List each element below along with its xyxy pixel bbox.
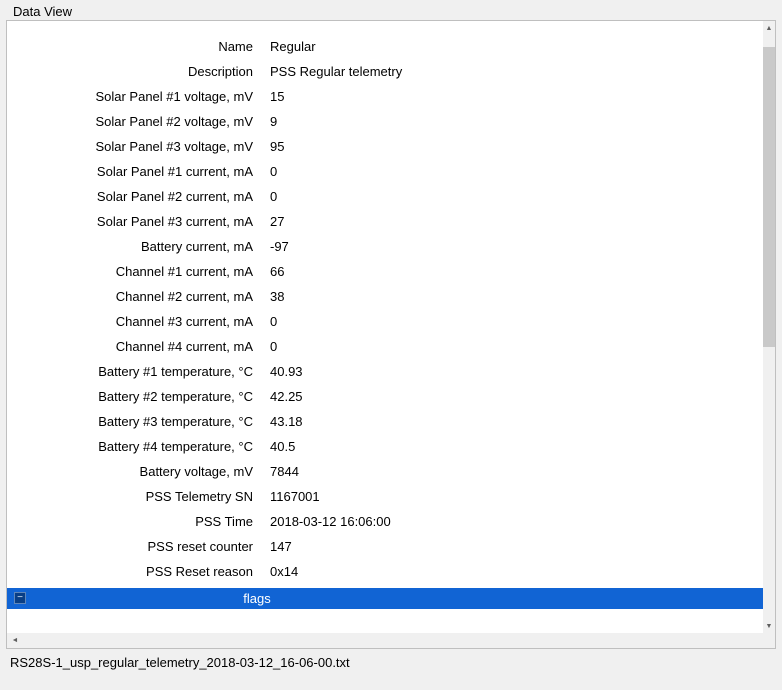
row-value: 1167001: [270, 484, 320, 509]
row-label: Solar Panel #2 voltage, mV: [7, 109, 253, 134]
table-row[interactable]: Solar Panel #3 current, mA 27: [7, 209, 763, 234]
row-label: Channel #2 current, mA: [7, 284, 253, 309]
table-row[interactable]: Solar Panel #1 current, mA 0: [7, 159, 763, 184]
table-row[interactable]: Solar Panel #1 voltage, mV 15: [7, 84, 763, 109]
table-row[interactable]: Battery voltage, mV 7844: [7, 459, 763, 484]
table-row[interactable]: PSS Telemetry SN 1167001: [7, 484, 763, 509]
row-value: 9: [270, 109, 277, 134]
row-label: Name: [7, 34, 253, 59]
row-label: Channel #4 current, mA: [7, 334, 253, 359]
group-row-label: flags: [7, 588, 507, 609]
row-value: 95: [270, 134, 284, 159]
row-value: 42.25: [270, 384, 303, 409]
table-row[interactable]: Battery #4 temperature, °C 40.5: [7, 434, 763, 459]
row-label: Solar Panel #3 voltage, mV: [7, 134, 253, 159]
table-row[interactable]: Battery #3 temperature, °C 43.18: [7, 409, 763, 434]
status-filename: RS28S-1_usp_regular_telemetry_2018-03-12…: [10, 655, 350, 670]
table-row[interactable]: Channel #4 current, mA 0: [7, 334, 763, 359]
data-rows: Name Regular Description PSS Regular tel…: [7, 34, 763, 584]
table-row[interactable]: Description PSS Regular telemetry: [7, 59, 763, 84]
scroll-up-icon: ▲: [766, 25, 773, 32]
vertical-scrollbar[interactable]: ▲ ▼: [763, 21, 775, 633]
table-row[interactable]: PSS reset counter 147: [7, 534, 763, 559]
telemetry-table: Name Regular Description PSS Regular tel…: [7, 21, 763, 633]
table-row[interactable]: Channel #1 current, mA 66: [7, 259, 763, 284]
horizontal-scrollbar-track[interactable]: [23, 633, 775, 648]
row-label: PSS reset counter: [7, 534, 253, 559]
row-label: Battery #3 temperature, °C: [7, 409, 253, 434]
row-label: Solar Panel #1 voltage, mV: [7, 84, 253, 109]
table-row[interactable]: Battery #1 temperature, °C 40.93: [7, 359, 763, 384]
scroll-left-icon: ◄: [12, 637, 19, 644]
row-label: Battery #4 temperature, °C: [7, 434, 253, 459]
row-value: Regular: [270, 34, 316, 59]
row-label: Battery current, mA: [7, 234, 253, 259]
row-label: Solar Panel #3 current, mA: [7, 209, 253, 234]
table-row[interactable]: Channel #3 current, mA 0: [7, 309, 763, 334]
table-row[interactable]: Name Regular: [7, 34, 763, 59]
vertical-scrollbar-track[interactable]: [763, 35, 775, 619]
row-value: 38: [270, 284, 284, 309]
table-row[interactable]: Solar Panel #3 voltage, mV 95: [7, 134, 763, 159]
row-value: 0: [270, 309, 277, 334]
row-label: Channel #3 current, mA: [7, 309, 253, 334]
table-row[interactable]: PSS Reset reason 0x14: [7, 559, 763, 584]
row-value: -97: [270, 234, 289, 259]
row-label: Solar Panel #2 current, mA: [7, 184, 253, 209]
row-value: 0: [270, 184, 277, 209]
row-value: PSS Regular telemetry: [270, 59, 402, 84]
table-row[interactable]: Battery current, mA -97: [7, 234, 763, 259]
row-value: 40.5: [270, 434, 295, 459]
row-label: PSS Telemetry SN: [7, 484, 253, 509]
scroll-down-button[interactable]: ▼: [763, 619, 775, 633]
table-row[interactable]: Solar Panel #2 voltage, mV 9: [7, 109, 763, 134]
table-row[interactable]: PSS Time 2018-03-12 16:06:00: [7, 509, 763, 534]
app-window: Data View Name Regular Description PSS R…: [0, 0, 782, 690]
row-label: Description: [7, 59, 253, 84]
row-label: PSS Reset reason: [7, 559, 253, 584]
row-value: 15: [270, 84, 284, 109]
row-value: 0: [270, 334, 277, 359]
table-row[interactable]: Battery #2 temperature, °C 42.25: [7, 384, 763, 409]
row-value: 7844: [270, 459, 299, 484]
row-label: Battery #1 temperature, °C: [7, 359, 253, 384]
horizontal-scrollbar[interactable]: ◄: [7, 633, 775, 648]
row-value: 0: [270, 159, 277, 184]
row-label: Solar Panel #1 current, mA: [7, 159, 253, 184]
row-value: 27: [270, 209, 284, 234]
row-value: 40.93: [270, 359, 303, 384]
scroll-left-button[interactable]: ◄: [7, 633, 23, 648]
scroll-up-button[interactable]: ▲: [763, 21, 775, 35]
row-label: PSS Time: [7, 509, 253, 534]
data-view-panel: Name Regular Description PSS Regular tel…: [6, 20, 776, 649]
row-label: Battery voltage, mV: [7, 459, 253, 484]
row-label: Channel #1 current, mA: [7, 259, 253, 284]
row-value: 147: [270, 534, 292, 559]
scroll-down-icon: ▼: [766, 623, 773, 630]
data-view-content: Name Regular Description PSS Regular tel…: [7, 21, 775, 633]
row-label: Battery #2 temperature, °C: [7, 384, 253, 409]
row-value: 66: [270, 259, 284, 284]
row-value: 2018-03-12 16:06:00: [270, 509, 391, 534]
table-row[interactable]: Channel #2 current, mA 38: [7, 284, 763, 309]
vertical-scrollbar-thumb[interactable]: [763, 47, 775, 347]
table-row[interactable]: Solar Panel #2 current, mA 0: [7, 184, 763, 209]
selected-row-flags[interactable]: − flags: [7, 588, 763, 609]
group-title: Data View: [13, 4, 72, 19]
row-value: 0x14: [270, 559, 298, 584]
row-value: 43.18: [270, 409, 303, 434]
